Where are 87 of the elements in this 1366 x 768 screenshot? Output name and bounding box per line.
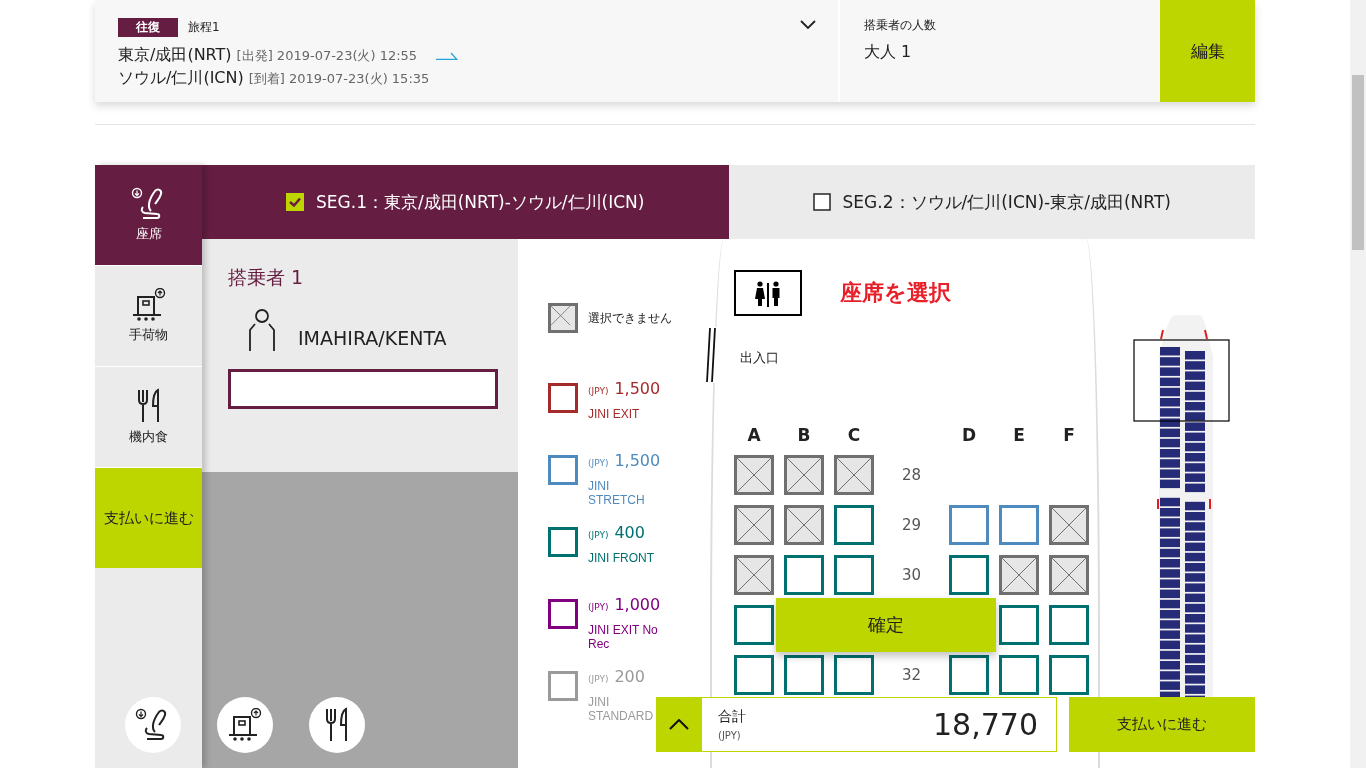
column-letter: D bbox=[960, 425, 978, 445]
unavailable-seat bbox=[734, 455, 774, 495]
column-letter: C bbox=[846, 425, 862, 445]
seat[interactable] bbox=[834, 505, 874, 545]
seat-price: 1,500 bbox=[614, 379, 661, 398]
seat-type-name: JINI EXIT bbox=[588, 407, 640, 422]
confirm-button[interactable]: 確定 bbox=[776, 598, 996, 652]
unavailable-seat-swatch bbox=[548, 303, 578, 333]
fork-knife-icon bbox=[325, 706, 349, 743]
itinerary-label: 旅程1 bbox=[188, 19, 220, 36]
restroom-icon bbox=[734, 270, 802, 316]
scrollbar[interactable] bbox=[1350, 0, 1366, 768]
unavailable-seat bbox=[734, 555, 774, 595]
person-icon bbox=[248, 309, 276, 351]
luggage-cart-icon bbox=[130, 288, 167, 322]
currency-label: (JPY) bbox=[588, 674, 609, 684]
segment-tab[interactable]: SEG.1：東京/成田(NRT)-ソウル/仁川(ICN) bbox=[202, 165, 729, 239]
unavailable-seat bbox=[734, 505, 774, 545]
edit-button[interactable]: 編集 bbox=[1160, 0, 1255, 102]
unavailable-seat bbox=[1049, 555, 1089, 595]
segment-tab[interactable]: SEG.2：ソウル/仁川(ICN)-東京/成田(NRT) bbox=[728, 165, 1255, 239]
seat[interactable] bbox=[1049, 605, 1089, 645]
arrival-time: [到着] 2019-07-23(火) 15:35 bbox=[248, 70, 430, 88]
seat-type-name: JINI EXIT No Rec bbox=[588, 623, 659, 652]
proceed-to-payment-button[interactable]: 支払いに進む bbox=[1069, 697, 1255, 752]
seat[interactable] bbox=[734, 605, 774, 645]
column-letter: A bbox=[746, 425, 762, 445]
row-number: 30 bbox=[900, 566, 923, 584]
chevron-up-icon bbox=[668, 719, 689, 730]
departure-city: 東京/成田(NRT) bbox=[118, 45, 232, 66]
seat[interactable] bbox=[784, 655, 824, 695]
sidebar-item[interactable]: 座席 bbox=[95, 165, 202, 266]
currency-label: (JPY) bbox=[588, 530, 609, 540]
row-number: 28 bbox=[900, 466, 923, 484]
currency-label: (JPY) bbox=[718, 730, 742, 741]
currency-label: (JPY) bbox=[588, 458, 609, 468]
unavailable-seat bbox=[784, 455, 824, 495]
seat[interactable] bbox=[734, 655, 774, 695]
seat[interactable] bbox=[784, 555, 824, 595]
door-icon bbox=[705, 327, 717, 383]
row-number: 32 bbox=[900, 666, 923, 684]
column-letter: E bbox=[1012, 425, 1026, 445]
unavailable-seat bbox=[834, 455, 874, 495]
seat[interactable] bbox=[834, 655, 874, 695]
seat-price: 1,500 bbox=[614, 451, 661, 470]
column-letter: B bbox=[796, 425, 812, 445]
expand-button[interactable] bbox=[656, 697, 701, 752]
luggage-cart-icon bbox=[227, 707, 263, 742]
unavailable-seat bbox=[1049, 505, 1089, 545]
currency-label: (JPY) bbox=[588, 386, 609, 396]
seat[interactable] bbox=[949, 555, 989, 595]
seat-price: 400 bbox=[614, 523, 645, 542]
seat[interactable] bbox=[999, 655, 1039, 695]
chevron-down-icon[interactable] bbox=[800, 20, 816, 30]
seat-field[interactable] bbox=[228, 369, 498, 409]
seat[interactable] bbox=[999, 505, 1039, 545]
fork-knife-icon bbox=[136, 388, 161, 424]
checkbox-checked-icon bbox=[286, 193, 305, 211]
column-letter: F bbox=[1062, 425, 1076, 445]
total-label: 合計 bbox=[718, 708, 746, 726]
passenger-title: 搭乗者 1 bbox=[228, 265, 304, 290]
unavailable-seat bbox=[784, 505, 824, 545]
seat-type-name: JINI FRONT bbox=[588, 551, 654, 566]
arrival-city: ソウル/仁川(ICN) bbox=[118, 68, 244, 89]
seat[interactable] bbox=[949, 505, 989, 545]
checkbox-icon bbox=[812, 193, 831, 211]
legend-label: 選択できません bbox=[588, 309, 672, 327]
passenger-name: IMAHIRA/KENTA bbox=[298, 327, 447, 349]
row-number: 29 bbox=[900, 516, 923, 534]
seat-price: 1,000 bbox=[614, 595, 661, 614]
currency-label: (JPY) bbox=[588, 602, 609, 612]
unavailable-seat bbox=[999, 555, 1039, 595]
passenger-count-label: 搭乗者の人数 bbox=[864, 17, 936, 34]
total-amount: 18,770 bbox=[933, 707, 1038, 742]
exit-label: 出入口 bbox=[740, 349, 780, 367]
seat[interactable] bbox=[949, 655, 989, 695]
proceed-to-payment-button[interactable]: 支払いに進む bbox=[95, 468, 202, 568]
trip-type-badge: 往復 bbox=[118, 18, 178, 37]
seat[interactable] bbox=[999, 605, 1039, 645]
seat[interactable] bbox=[1049, 655, 1089, 695]
seat-selection-heading: 座席を選択 bbox=[840, 279, 951, 307]
seat-price: 200 bbox=[614, 667, 645, 686]
seat[interactable] bbox=[834, 555, 874, 595]
seat-type-name: JINI STANDARD bbox=[588, 695, 655, 724]
passenger-count: 大人 1 bbox=[864, 42, 912, 63]
departure-time: [出発] 2019-07-23(火) 12:55 bbox=[236, 47, 418, 65]
seat-type-name: JINI STRETCH bbox=[588, 479, 646, 508]
